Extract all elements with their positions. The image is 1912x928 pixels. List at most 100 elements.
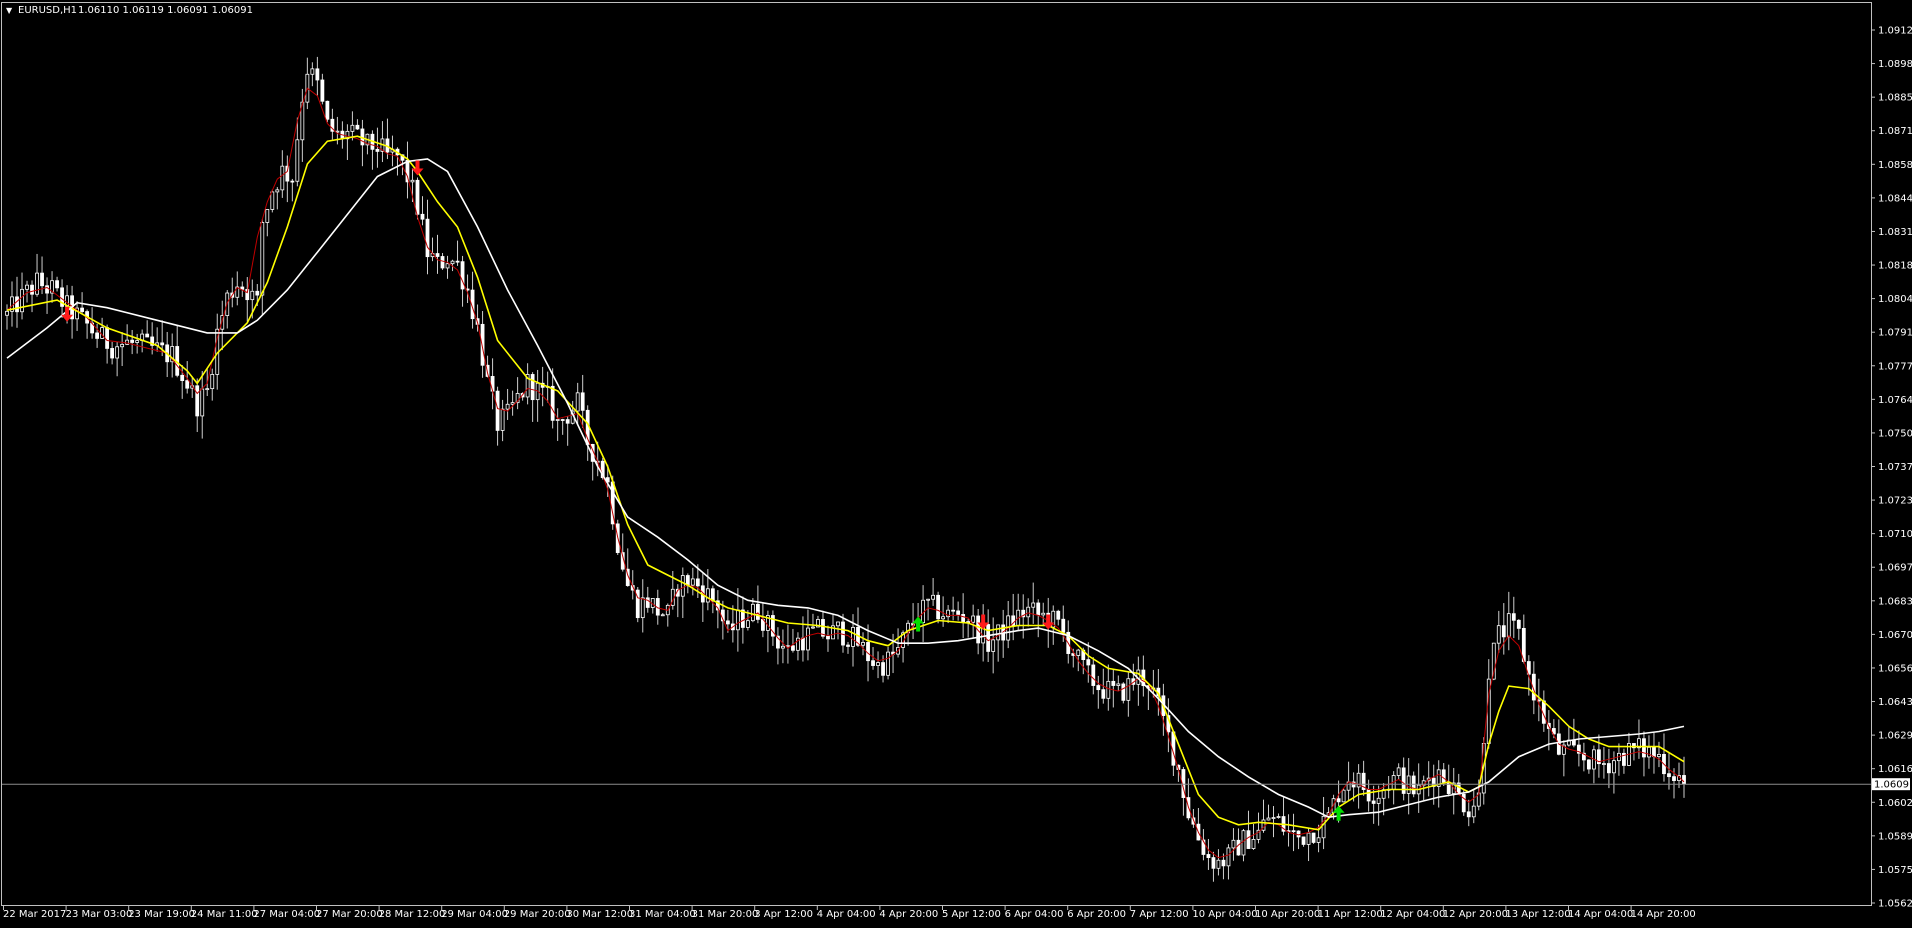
candle-body <box>1206 854 1211 858</box>
candle-body <box>495 390 500 431</box>
candle-body <box>956 610 961 615</box>
candle-body <box>1411 775 1416 795</box>
candle-body <box>510 402 515 405</box>
candle-body <box>95 332 100 339</box>
candle-body <box>135 340 140 343</box>
y-tick-label: 1.06835 <box>1878 596 1912 607</box>
candle-body <box>1116 683 1121 686</box>
candle-body <box>255 290 260 296</box>
candle-body <box>1316 837 1321 843</box>
chevron-down-icon[interactable]: ▼ <box>6 6 13 15</box>
x-tick-label: 6 Apr 20:00 <box>1067 909 1126 920</box>
candle-body <box>1296 830 1301 838</box>
candle-body <box>685 575 690 586</box>
candle-body <box>315 68 320 81</box>
candle-body <box>110 348 115 359</box>
candle-body <box>851 626 855 647</box>
candle-body <box>200 388 205 417</box>
candle-body <box>15 296 19 313</box>
y-tick-label: 1.06700 <box>1878 630 1912 641</box>
time-axis[interactable]: 22 Mar 2017 23 Mar 03:0023 Mar 19:0024 Ma… <box>3 906 1696 920</box>
candle-body <box>1086 659 1091 666</box>
candle-body <box>1126 678 1131 701</box>
x-tick-label: 10 Apr 04:00 <box>1192 909 1257 920</box>
candle-body <box>450 260 455 265</box>
candle-body <box>1376 797 1381 804</box>
y-tick-label: 1.07235 <box>1878 496 1912 507</box>
candle-body <box>145 333 150 338</box>
candle-body <box>1311 832 1316 843</box>
candle-body <box>440 256 445 269</box>
y-tick-label: 1.05890 <box>1878 831 1912 842</box>
candle-body <box>1061 618 1066 633</box>
candle-body <box>20 288 24 313</box>
candle-body <box>1121 683 1126 701</box>
candle-body <box>811 626 815 629</box>
y-tick-label: 1.08850 <box>1878 93 1912 104</box>
candle-body <box>555 419 560 421</box>
candle-body <box>1076 649 1081 656</box>
x-tick-label: 27 Mar 20:00 <box>316 909 383 920</box>
x-tick-label: 28 Mar 12:00 <box>379 909 446 920</box>
candle-body <box>926 598 930 601</box>
x-tick-label: 23 Mar 03:00 <box>66 909 133 920</box>
x-tick-label: 14 Apr 20:00 <box>1631 909 1696 920</box>
candle-body <box>886 651 890 676</box>
candle-body <box>1602 763 1606 765</box>
candle-body <box>1341 789 1346 803</box>
candle-body <box>1036 602 1041 616</box>
candle-body <box>580 392 585 411</box>
candle-body <box>270 191 275 210</box>
candle-body <box>1586 759 1591 770</box>
x-tick-label: 24 Mar 11:00 <box>191 909 258 920</box>
x-tick-label: 11 Apr 12:00 <box>1318 909 1383 920</box>
y-tick-label: 1.07775 <box>1878 361 1912 372</box>
x-tick-label: 27 Mar 04:00 <box>253 909 320 920</box>
candle-body <box>680 575 685 597</box>
candle-body <box>530 374 535 401</box>
candle-body <box>420 213 425 220</box>
candle-body <box>565 419 570 424</box>
x-tick-label: 4 Apr 20:00 <box>879 909 938 920</box>
candle-body <box>750 603 755 622</box>
candle-body <box>735 609 740 631</box>
x-tick-label: 14 Apr 04:00 <box>1568 909 1633 920</box>
candle-body <box>1246 830 1251 849</box>
candle-body <box>1371 800 1376 804</box>
candle-body <box>1647 746 1651 758</box>
candle-body <box>1406 775 1411 794</box>
x-tick-label: 30 Mar 12:00 <box>566 909 633 920</box>
candle-body <box>205 388 210 391</box>
candle-body <box>35 272 39 295</box>
candle-body <box>881 662 885 676</box>
candle-body <box>1041 612 1046 616</box>
x-tick-label: 22 Mar 2017 <box>3 909 66 920</box>
candle-body <box>836 621 840 627</box>
candle-body <box>210 373 215 390</box>
candle-body <box>705 588 710 603</box>
candle-body <box>350 124 355 132</box>
y-tick-label: 1.07505 <box>1878 428 1912 439</box>
candle-body <box>1657 753 1661 757</box>
candle-body <box>80 307 84 312</box>
chart-window[interactable]: 1.09120 1.08985 1.08850 1.08715 1.08580 1.084… <box>0 0 1912 924</box>
symbol-timeframe-label: EURUSD,H1 <box>18 5 77 16</box>
y-tick-label: 1.07370 <box>1878 462 1912 473</box>
candle-body <box>961 614 966 622</box>
candle-body <box>1056 610 1061 620</box>
candle-body <box>250 290 255 301</box>
candle-body <box>690 578 695 586</box>
candle-body <box>1106 680 1111 699</box>
candle-body <box>1511 613 1516 621</box>
candle-body <box>1101 689 1106 699</box>
candle-body <box>290 180 295 183</box>
candle-body <box>1516 619 1521 629</box>
candle-body <box>1226 847 1231 867</box>
price-chart[interactable]: 1.09120 1.08985 1.08850 1.08715 1.08580 1.084… <box>0 0 1912 924</box>
candle-body <box>745 620 750 628</box>
y-tick-label: 1.05755 <box>1878 865 1912 876</box>
x-tick-label: 29 Mar 04:00 <box>441 909 508 920</box>
candle-body <box>1441 769 1446 783</box>
x-tick-label: 7 Apr 12:00 <box>1130 909 1189 920</box>
candle-body <box>30 284 34 295</box>
